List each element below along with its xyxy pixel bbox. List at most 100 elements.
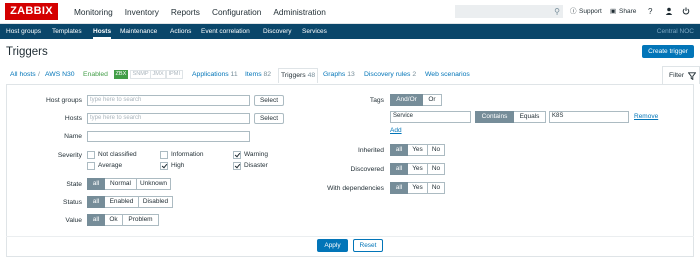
severity-information-checkbox[interactable] [160,151,168,159]
value-radio-group: all Ok Problem [87,214,159,226]
global-search-input[interactable]: ⚲ [455,5,563,18]
host-groups-input[interactable]: type here to search [87,95,250,106]
severity-high-label: High [171,162,185,169]
tags-label: Tags [369,97,384,104]
value-ok-option[interactable]: Ok [105,214,123,226]
main-menu: Monitoring Inventory Reports Configurati… [68,0,332,24]
submenu-templates[interactable]: Templates [52,24,82,39]
host-navigation: All hosts / AWS N30 Enabled ZBX SNMP JMX… [0,66,700,84]
tag-add-link[interactable]: Add [390,127,402,134]
value-problem-option[interactable]: Problem [123,214,159,226]
severity-not-classified-label: Not classified [98,151,137,158]
tags-or-option[interactable]: Or [423,94,442,106]
jmx-availability-badge: JMX [150,70,167,79]
severity-warning-checkbox[interactable] [233,151,241,159]
tags-evaltype-radio-group: And/Or Or [390,94,442,106]
filter-label: Filter [669,72,685,79]
server-name: Central NOC [656,28,694,35]
name-input[interactable] [87,131,250,142]
inherited-label: Inherited [357,147,384,154]
submenu-maintenance[interactable]: Maintenance [120,24,157,39]
sub-menu-bar: Host groups Templates Hosts Maintenance … [0,24,700,39]
tab-triggers[interactable]: Triggers 48 [278,68,319,83]
hosts-input[interactable]: type here to search [87,113,250,124]
value-all-option[interactable]: all [87,214,105,226]
menu-reports[interactable]: Reports [165,0,206,24]
zabbix-logo[interactable]: ZABBIX [5,3,58,20]
severity-high-checkbox[interactable] [160,162,168,170]
user-profile-icon[interactable] [665,0,673,24]
tag-operator-contains-option[interactable]: Contains [475,111,514,123]
submenu-actions[interactable]: Actions [170,24,191,39]
submenu-services[interactable]: Services [302,24,327,39]
tag-remove-link[interactable]: Remove [634,113,658,120]
create-trigger-button[interactable]: Create trigger [642,45,694,58]
severity-disaster-checkbox[interactable] [233,162,241,170]
tab-discovery-rules[interactable]: Discovery rules 2 [364,66,416,84]
support-link[interactable]: Support [579,0,602,24]
discovered-all-option[interactable]: all [390,163,408,175]
tab-items[interactable]: Items 82 [245,66,271,84]
discovered-yes-option[interactable]: Yes [408,163,428,175]
hosts-label: Hosts [64,115,82,122]
top-bar: ZABBIX Monitoring Inventory Reports Conf… [0,0,700,24]
tab-web-scenarios[interactable]: Web scenarios [425,66,470,84]
apply-button[interactable]: Apply [317,239,348,252]
support-icon[interactable]: ⓘ [570,0,577,24]
inherited-all-option[interactable]: all [390,144,408,156]
menu-monitoring[interactable]: Monitoring [68,0,119,24]
with-dependencies-no-option[interactable]: No [428,182,445,194]
submenu-discovery[interactable]: Discovery [263,24,292,39]
submenu-host-groups[interactable]: Host groups [6,24,41,39]
reset-button[interactable]: Reset [353,239,383,252]
submenu-event-correlation[interactable]: Event correlation [201,24,250,39]
menu-inventory[interactable]: Inventory [119,0,165,24]
menu-configuration[interactable]: Configuration [206,0,267,24]
tab-applications[interactable]: Applications 11 [192,66,238,84]
tags-and-or-option[interactable]: And/Or [390,94,423,106]
menu-administration[interactable]: Administration [267,0,332,24]
host-groups-label: Host groups [45,97,82,104]
inherited-radio-group: all Yes No [390,144,445,156]
state-radio-group: all Normal Unknown [87,178,171,190]
inherited-no-option[interactable]: No [428,144,445,156]
with-dependencies-all-option[interactable]: all [390,182,408,194]
share-link[interactable]: Share [619,0,636,24]
funnel-icon [688,72,696,80]
status-all-option[interactable]: all [87,196,105,208]
breadcrumb-separator: / [38,71,40,78]
with-dependencies-label: With dependencies [327,185,384,192]
tab-graphs[interactable]: Graphs 13 [323,66,355,84]
severity-not-classified-checkbox[interactable] [87,151,95,159]
with-dependencies-yes-option[interactable]: Yes [408,182,428,194]
host-groups-select-button[interactable]: Select [254,95,284,106]
tag-operator-equals-option[interactable]: Equals [514,111,546,123]
filter-toggle[interactable]: Filter [662,66,700,84]
state-unknown-option[interactable]: Unknown [137,178,171,190]
status-radio-group: all Enabled Disabled [87,196,173,208]
inherited-yes-option[interactable]: Yes [408,144,428,156]
severity-average-checkbox[interactable] [87,162,95,170]
all-hosts-link[interactable]: All hosts [10,66,36,84]
tag-operator-radio-group: Contains Equals [475,111,546,123]
host-link[interactable]: AWS N30 [45,66,75,84]
state-all-option[interactable]: all [87,178,105,190]
tag-value-input[interactable]: K8S [549,111,629,123]
host-status[interactable]: Enabled [83,66,108,84]
state-normal-option[interactable]: Normal [105,178,137,190]
tag-name-input[interactable]: Service [390,111,471,123]
sign-out-icon[interactable] [682,0,690,24]
submenu-hosts[interactable]: Hosts [93,24,112,39]
state-label: State [66,181,82,188]
discovered-no-option[interactable]: No [428,163,445,175]
help-link[interactable]: ? [648,0,652,24]
zbx-availability-badge: ZBX [114,70,128,79]
share-icon[interactable]: ▣ [610,0,616,24]
name-label: Name [64,133,82,140]
status-enabled-option[interactable]: Enabled [105,196,139,208]
page-title: Triggers [6,46,48,58]
status-disabled-option[interactable]: Disabled [139,196,173,208]
filter-divider [6,236,694,237]
search-icon[interactable]: ⚲ [554,7,560,16]
hosts-select-button[interactable]: Select [254,113,284,124]
